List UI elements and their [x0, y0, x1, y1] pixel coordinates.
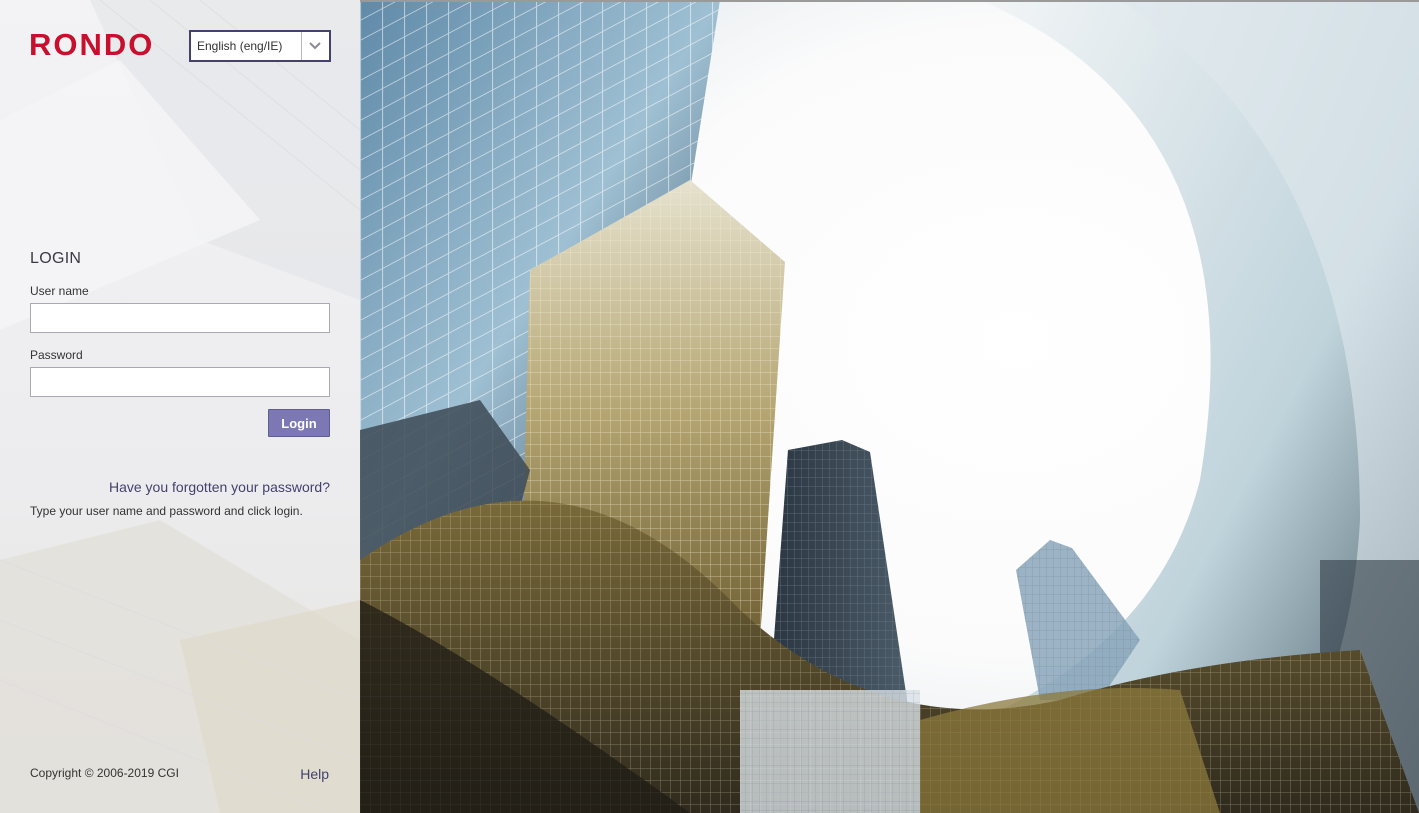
login-hint: Type your user name and password and cli…	[30, 504, 303, 518]
username-input[interactable]	[30, 303, 330, 333]
login-title: LOGIN	[30, 250, 82, 267]
language-select-value: English (eng/IE)	[197, 39, 283, 53]
forgot-password-link[interactable]: Have you forgotten your password?	[109, 479, 330, 495]
login-panel: RONDO English (eng/IE) LOGIN User name P…	[0, 0, 360, 813]
language-select[interactable]: English (eng/IE)	[189, 30, 331, 62]
language-select-divider	[301, 32, 302, 60]
hero-image	[360, 0, 1419, 813]
panel-background-art	[0, 0, 360, 813]
password-input[interactable]	[30, 367, 330, 397]
rondo-logo: RONDO	[29, 27, 155, 62]
help-link[interactable]: Help	[300, 766, 329, 782]
city-skyscrapers-illustration	[360, 0, 1419, 813]
chevron-down-icon[interactable]	[307, 39, 323, 53]
top-border-line	[360, 0, 1419, 2]
username-label: User name	[30, 284, 89, 298]
copyright-text: Copyright © 2006-2019 CGI	[30, 766, 179, 780]
login-button[interactable]: Login	[268, 409, 330, 437]
password-label: Password	[30, 348, 83, 362]
